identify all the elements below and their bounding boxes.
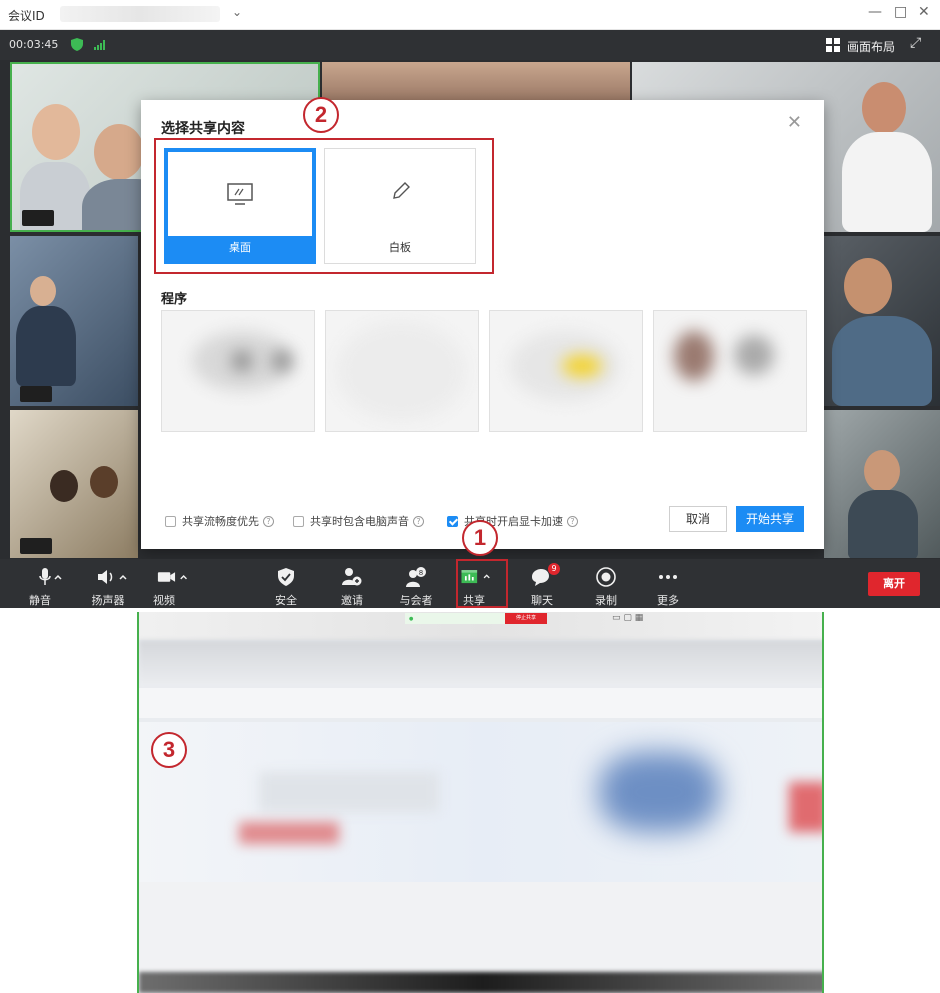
security-label: 安全 <box>275 594 297 607</box>
blurred-banner <box>139 722 822 882</box>
participant-nametag <box>20 386 52 402</box>
meeting-id-label: 会议ID <box>8 9 45 23</box>
screenshot: 会议ID ⌄ — □ ✕ 00:03:45 画面布局 ⤢ 选择共享内容 ✕ 桌面… <box>0 0 940 993</box>
fullscreen-icon[interactable]: ⤢ <box>910 35 921 51</box>
leave-meeting-button[interactable]: 离开 <box>868 572 920 596</box>
highlight-box-share-options <box>154 138 494 274</box>
minimize-button[interactable]: — <box>868 4 882 20</box>
add-person-icon <box>332 566 372 588</box>
shared-screen-preview <box>137 612 824 993</box>
participants-label: 与会者 <box>399 594 433 607</box>
blurred-nav-bar <box>139 688 822 718</box>
help-icon[interactable]: ? <box>567 515 578 527</box>
help-icon[interactable]: ? <box>413 515 424 527</box>
checkbox-smooth-priority[interactable]: 共享流畅度优先 ? <box>165 513 274 529</box>
title-bar: 会议ID ⌄ — □ ✕ <box>0 0 940 30</box>
program-thumbnail-2[interactable] <box>325 310 479 432</box>
chevron-down-icon[interactable]: ⌄ <box>232 5 242 19</box>
chat-unread-badge: 9 <box>548 563 560 575</box>
meeting-toolbar: 静音 扬声器 视频 安全 邀请 8 与会者 共享 9 聊天 录制 更多 <box>0 559 940 608</box>
signal-strength-icon[interactable] <box>94 40 105 50</box>
invite-label: 邀请 <box>341 594 363 607</box>
video-tile-6[interactable] <box>10 410 138 558</box>
program-thumbnail-4[interactable] <box>653 310 807 432</box>
share-content-dialog: 选择共享内容 ✕ 桌面 白板 程序 共享流畅度优先 ? 共享时包含电脑声音 ? … <box>141 100 824 549</box>
record-button[interactable]: 录制 <box>586 559 626 608</box>
help-icon[interactable]: ? <box>263 515 274 527</box>
checkbox-box[interactable] <box>165 515 176 527</box>
video-tile-5[interactable] <box>824 236 940 406</box>
invite-button[interactable]: 邀请 <box>332 559 372 608</box>
participant-nametag <box>20 538 52 554</box>
checkbox-label: 共享流畅度优先 <box>182 515 259 528</box>
checkbox-box[interactable] <box>293 515 304 527</box>
maximize-button[interactable]: □ <box>894 4 907 20</box>
blurred-browser-toolbar <box>139 640 822 688</box>
shared-window-controls: ▭ ▢ ▦ <box>612 613 644 623</box>
meeting-status-bar: 00:03:45 画面布局 ⤢ <box>0 30 940 60</box>
cancel-button[interactable]: 取消 <box>669 506 727 532</box>
chat-button[interactable]: 9 聊天 <box>522 559 562 608</box>
stop-sharing-button[interactable]: 停止共享 <box>505 613 547 624</box>
shield-icon[interactable] <box>71 38 83 51</box>
meeting-timer: 00:03:45 <box>9 38 59 51</box>
participants-button[interactable]: 8 与会者 <box>396 559 436 608</box>
more-label: 更多 <box>657 594 679 607</box>
start-sharing-button[interactable]: 开始共享 <box>736 506 804 532</box>
mute-label: 静音 <box>29 594 51 607</box>
highlight-box-share-button <box>456 559 508 608</box>
blurred-taskbar <box>139 972 822 993</box>
video-button[interactable]: 视频 <box>153 559 200 608</box>
checkbox-include-sound[interactable]: 共享时包含电脑声音 ? <box>293 513 424 529</box>
step-marker-1: 1 <box>462 520 498 556</box>
chat-label: 聊天 <box>531 594 553 607</box>
participant-nametag <box>22 210 54 226</box>
checkbox-box-checked[interactable] <box>447 515 458 527</box>
close-window-button[interactable]: ✕ <box>918 4 930 20</box>
camera-icon <box>156 566 196 588</box>
shield-check-icon <box>266 566 306 588</box>
video-tile-4[interactable] <box>10 236 138 406</box>
speaker-icon <box>94 566 134 588</box>
more-dots-icon <box>648 566 688 588</box>
program-thumbnail-1[interactable] <box>161 310 315 432</box>
participants-icon: 8 <box>396 566 436 588</box>
layout-grid-icon[interactable] <box>826 38 840 52</box>
security-button[interactable]: 安全 <box>266 559 306 608</box>
speaker-label: 扬声器 <box>91 594 125 607</box>
more-button[interactable]: 更多 <box>648 559 688 608</box>
mute-button[interactable]: 静音 <box>29 559 74 608</box>
programs-section-title: 程序 <box>161 292 188 307</box>
sharing-indicator-icon: ● <box>409 615 414 622</box>
program-thumbnail-3[interactable] <box>489 310 643 432</box>
video-tile-7[interactable] <box>824 410 940 558</box>
microphone-icon <box>30 566 70 588</box>
record-label: 录制 <box>595 594 617 607</box>
step-marker-2: 2 <box>303 97 339 133</box>
record-icon <box>586 566 626 588</box>
blurred-page-content <box>139 882 822 972</box>
speaker-button[interactable]: 扬声器 <box>92 559 138 608</box>
svg-text:8: 8 <box>419 569 423 577</box>
step-marker-3: 3 <box>151 732 187 768</box>
video-tile-2[interactable] <box>322 62 630 102</box>
dialog-title: 选择共享内容 <box>161 121 245 137</box>
close-icon[interactable]: ✕ <box>787 112 802 133</box>
meeting-id-value-blurred <box>60 6 220 22</box>
layout-button[interactable]: 画面布局 <box>847 38 895 55</box>
video-label: 视频 <box>153 594 175 607</box>
meeting-window: 会议ID ⌄ — □ ✕ 00:03:45 画面布局 ⤢ 选择共享内容 ✕ 桌面… <box>0 0 940 608</box>
checkbox-label: 共享时包含电脑声音 <box>310 515 409 528</box>
